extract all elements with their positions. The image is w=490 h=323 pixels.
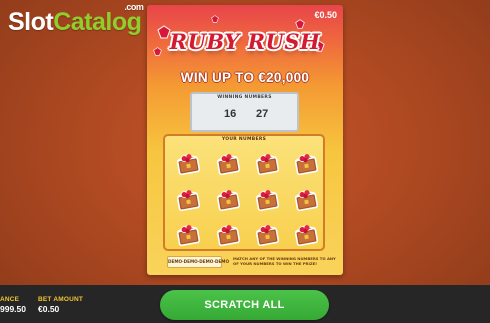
slotcatalog-logo: SlotCatalog .com (8, 2, 144, 37)
scratch-cell[interactable] (215, 186, 241, 212)
ruby-chest-icon (216, 225, 241, 247)
ruby-chest-icon (294, 225, 319, 247)
scratch-cell[interactable] (215, 150, 241, 176)
winning-numbers-panel: WINNING NUMBERS 16 27 (190, 92, 299, 132)
ruby-chest-icon (176, 154, 201, 176)
your-numbers-label: YOUR NUMBERS (221, 137, 267, 142)
your-numbers-panel: YOUR NUMBERS (163, 134, 325, 251)
scratch-cell[interactable] (175, 186, 201, 212)
scratch-cell[interactable] (293, 150, 319, 176)
winning-numbers-label: WINNING NUMBERS (217, 95, 272, 100)
game-title: RUBY RUSH (169, 29, 321, 54)
bottom-bar: ANCE 999.50 BET AMOUNT €0.50 SCRATCH ALL (0, 285, 490, 323)
title-area: RUBY RUSH (147, 15, 343, 67)
bet-amount-value: €0.50 (38, 304, 60, 314)
bet-amount-label: BET AMOUNT (38, 296, 84, 303)
instructions-text: MATCH ANY OF THE WINNING NUMBERS TO ANY … (233, 256, 336, 266)
scratch-cell[interactable] (254, 221, 280, 247)
bet-amount-display[interactable]: BET AMOUNT €0.50 (38, 296, 83, 314)
scratch-cell[interactable] (254, 186, 280, 212)
ruby-chest-icon (255, 225, 280, 247)
ruby-gem-icon (295, 19, 305, 29)
ruby-chest-icon (294, 190, 319, 212)
logo-slot-text: Slot (8, 8, 54, 36)
ticket-price: €0.50 (314, 10, 337, 20)
scratch-cell[interactable] (254, 150, 280, 176)
headline: WIN UP TO €20,000 (180, 70, 310, 85)
scratch-cell[interactable] (175, 221, 201, 247)
balance-value: 999.50 (0, 304, 26, 314)
ruby-chest-icon (255, 154, 280, 176)
logo-catalog-text: Catalog (53, 8, 142, 36)
ruby-gem-icon (211, 15, 219, 23)
winning-number: 27 (256, 108, 269, 120)
ruby-chest-icon (176, 190, 201, 212)
demo-badge: DEMO·DEMO·DEMO·DEMO (167, 256, 229, 268)
ruby-chest-icon (255, 190, 280, 212)
scratch-cell[interactable] (293, 221, 319, 247)
ruby-chest-icon (176, 225, 201, 247)
logo-com-text: .com (124, 2, 144, 12)
ruby-chest-icon (216, 154, 241, 176)
balance-display: ANCE 999.50 (0, 296, 26, 314)
scratch-cell[interactable] (175, 150, 201, 176)
winning-number: 16 (224, 108, 237, 120)
ruby-chest-icon (294, 154, 319, 176)
scratch-ticket: €0.50 RUBY RUSH WIN UP TO €20,000 WINNIN… (147, 5, 343, 275)
balance-label: ANCE (0, 296, 20, 303)
scratch-all-button[interactable]: SCRATCH ALL (160, 290, 329, 320)
ruby-chest-icon (216, 190, 241, 212)
scratch-cell[interactable] (215, 221, 241, 247)
scratch-cell[interactable] (293, 186, 319, 212)
